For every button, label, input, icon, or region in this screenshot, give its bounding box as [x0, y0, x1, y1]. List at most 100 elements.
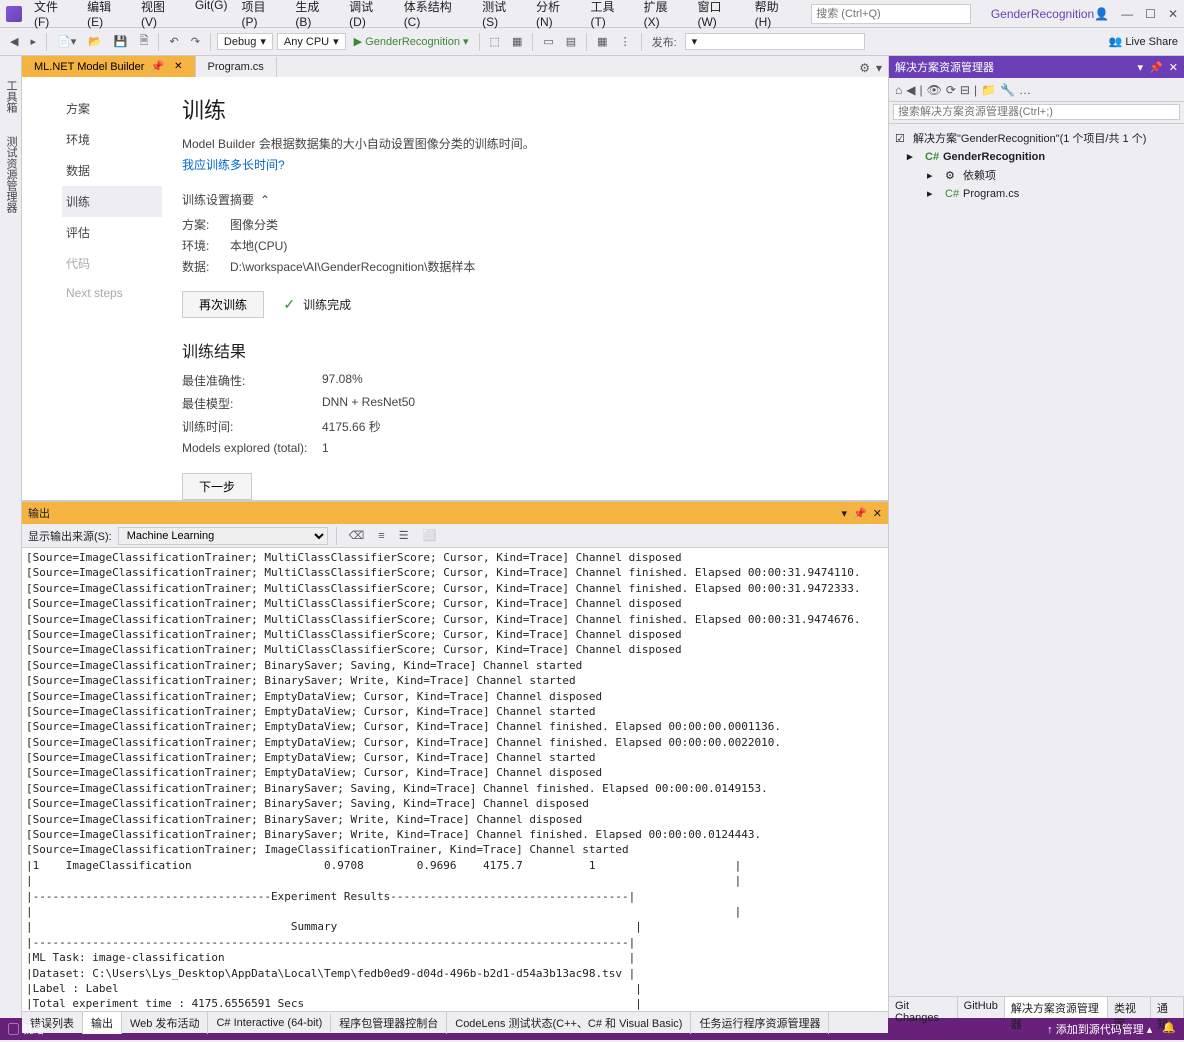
back-icon[interactable]: ◀ [906, 83, 915, 97]
ml-help-link[interactable]: 我应训练多长时间? [182, 158, 285, 172]
rp-bottom-tab-4[interactable]: 通知 [1151, 997, 1184, 1018]
ml-kv-row: 环境:本地(CPU) [182, 237, 868, 254]
rp-dropdown-icon[interactable]: ▾ [1138, 61, 1144, 74]
bottom-tab-6[interactable]: 任务运行程序资源管理器 [691, 1012, 829, 1034]
menu-工具(T)[interactable]: 工具(T) [584, 0, 635, 32]
menu-编辑(E)[interactable]: 编辑(E) [81, 0, 133, 32]
tb-icon-2[interactable]: ▦ [508, 33, 526, 50]
menu-分析(N)[interactable]: 分析(N) [530, 0, 583, 32]
home-icon[interactable]: ⌂ [895, 83, 902, 97]
result-row: 最佳准确性:97.08% [182, 372, 868, 389]
output-stop-icon[interactable]: ⬜ [419, 527, 441, 544]
bottom-toolwell-tabs: 错误列表输出Web 发布活动C# Interactive (64-bit)程序包… [22, 1011, 888, 1033]
status-ready: ▢ 就绪 [8, 1021, 44, 1037]
new-icon[interactable]: 📄▾ [53, 33, 80, 50]
notifications-icon[interactable]: 🔔 [1162, 1021, 1176, 1037]
nav-fwd-icon[interactable]: ▸ [26, 33, 40, 50]
pin-icon[interactable]: ▾ [842, 507, 848, 520]
bottom-tab-5[interactable]: CodeLens 测试状态(C++、C# 和 Visual Basic) [447, 1012, 691, 1034]
mlnav-方案[interactable]: 方案 [62, 93, 162, 124]
run-button[interactable]: ▶ GenderRecognition ▾ [350, 33, 473, 50]
bottom-tab-2[interactable]: Web 发布活动 [122, 1012, 208, 1034]
nav-back-icon[interactable]: ◀ [6, 33, 22, 50]
menu-项目(P)[interactable]: 项目(P) [235, 0, 287, 32]
mlnav-数据[interactable]: 数据 [62, 155, 162, 186]
sync-icon[interactable]: 👁 [927, 83, 942, 97]
tab-gear-icon[interactable]: ⚙ [859, 61, 870, 75]
project-node[interactable]: ▸C#GenderRecognition [891, 148, 1182, 165]
rp-pin-icon[interactable]: 📌 [1149, 61, 1163, 74]
menu-帮助(H)[interactable]: 帮助(H) [749, 0, 802, 32]
properties-icon[interactable]: 🔧 [1000, 83, 1015, 97]
live-share-button[interactable]: 👥 Live Share [1109, 35, 1178, 48]
minimize-icon[interactable]: — [1121, 7, 1133, 21]
save-icon[interactable]: 💾 [110, 33, 132, 50]
maximize-icon[interactable]: ☐ [1145, 7, 1156, 21]
rp-bottom-tab-1[interactable]: GitHub [958, 997, 1005, 1018]
output-clear-icon[interactable]: ⌫ [345, 527, 369, 544]
tb-icon-4[interactable]: ▤ [562, 33, 580, 50]
tb-icon-6[interactable]: ⋮ [616, 33, 635, 50]
collapse-icon[interactable]: ⌃ [260, 193, 270, 207]
next-step-button[interactable]: 下一步 [182, 473, 252, 500]
open-icon[interactable]: 📂 [84, 33, 106, 50]
menu-文件(F)[interactable]: 文件(F) [28, 0, 79, 32]
user-avatar-icon[interactable]: 👤 [1094, 7, 1109, 21]
publish-target-dropdown[interactable]: ▾ [685, 33, 865, 50]
config-dropdown[interactable]: Debug ▾ [217, 33, 273, 50]
tb-icon-3[interactable]: ▭ [539, 33, 557, 50]
menu-Git(G)[interactable]: Git(G) [189, 0, 234, 32]
refresh-icon[interactable]: ⟳ [946, 83, 956, 97]
autohide-icon[interactable]: 📌 [853, 507, 867, 520]
menu-窗口(W)[interactable]: 窗口(W) [691, 0, 746, 32]
tb-icon-5[interactable]: ▦ [593, 33, 611, 50]
solution-header: 解决方案资源管理器 ▾ 📌 ✕ [889, 56, 1184, 78]
right-bottom-tabs: Git ChangesGitHub解决方案资源管理器类视图通知 [889, 996, 1184, 1018]
solution-search-input[interactable] [893, 104, 1180, 120]
bottom-tab-3[interactable]: C# Interactive (64-bit) [208, 1014, 331, 1032]
rp-close-icon[interactable]: ✕ [1169, 61, 1178, 74]
collapse-all-icon[interactable]: ⊟ [960, 83, 970, 97]
panel-close-icon[interactable]: ✕ [873, 507, 882, 520]
tab-pin-icon[interactable]: 📌 [150, 60, 164, 73]
rp-bottom-tab-2[interactable]: 解决方案资源管理器 [1005, 997, 1108, 1018]
mlnav-评估[interactable]: 评估 [62, 217, 162, 248]
redo-icon[interactable]: ↷ [187, 33, 204, 50]
tab-drop-icon[interactable]: ▾ [876, 61, 882, 75]
menu-体系结构(C)[interactable]: 体系结构(C) [398, 0, 474, 32]
tab-close-icon[interactable]: ✕ [174, 61, 182, 72]
doc-tab-0[interactable]: ML.NET Model Builder 📌 ✕ [22, 56, 196, 77]
undo-icon[interactable]: ↶ [165, 33, 182, 50]
output-source-dropdown[interactable]: Machine Learning [118, 527, 328, 545]
bottom-tab-4[interactable]: 程序包管理器控制台 [331, 1012, 447, 1034]
dependencies-node[interactable]: ▸⚙依赖项 [891, 165, 1182, 185]
output-list-icon[interactable]: ☰ [395, 527, 413, 544]
showall-icon[interactable]: 📁 [981, 83, 996, 97]
ml-main: 训练 Model Builder 会根据数据集的大小自动设置图像分类的训练时间。… [162, 77, 888, 500]
solution-root[interactable]: ☑解决方案"GenderRecognition"(1 个项目/共 1 个) [891, 128, 1182, 148]
add-to-source-control[interactable]: ↑ 添加到源代码管理 ▴ [1047, 1021, 1152, 1037]
tb-icon-1[interactable]: ⬚ [486, 33, 504, 50]
global-search-input[interactable] [811, 4, 971, 24]
output-text[interactable]: [Source=ImageClassificationTrainer; Mult… [22, 548, 888, 1011]
rp-bottom-tab-0[interactable]: Git Changes [889, 997, 958, 1018]
menu-生成(B)[interactable]: 生成(B) [289, 0, 341, 32]
toolwell-工具箱[interactable]: 工具箱 [0, 76, 21, 117]
output-wrap-icon[interactable]: ≡ [374, 528, 388, 544]
mlnav-环境[interactable]: 环境 [62, 124, 162, 155]
retrain-button[interactable]: 再次训练 [182, 291, 264, 318]
platform-dropdown[interactable]: Any CPU ▾ [277, 33, 346, 50]
close-icon[interactable]: ✕ [1168, 7, 1178, 21]
menu-视图(V)[interactable]: 视图(V) [135, 0, 187, 32]
doc-tab-1[interactable]: Program.cs [196, 57, 277, 77]
save-all-icon[interactable]: 🗎 [136, 30, 153, 53]
menu-调试(D)[interactable]: 调试(D) [343, 0, 396, 32]
menu-测试(S)[interactable]: 测试(S) [476, 0, 528, 32]
bottom-tab-1[interactable]: 输出 [83, 1012, 122, 1034]
file-node[interactable]: ▸C#Program.cs [891, 185, 1182, 202]
toolwell-测试资源管理器[interactable]: 测试资源管理器 [0, 132, 21, 217]
check-icon: ✓ [283, 296, 295, 313]
mlnav-训练[interactable]: 训练 [62, 186, 162, 217]
rp-bottom-tab-3[interactable]: 类视图 [1108, 997, 1151, 1018]
menu-扩展(X)[interactable]: 扩展(X) [638, 0, 690, 32]
